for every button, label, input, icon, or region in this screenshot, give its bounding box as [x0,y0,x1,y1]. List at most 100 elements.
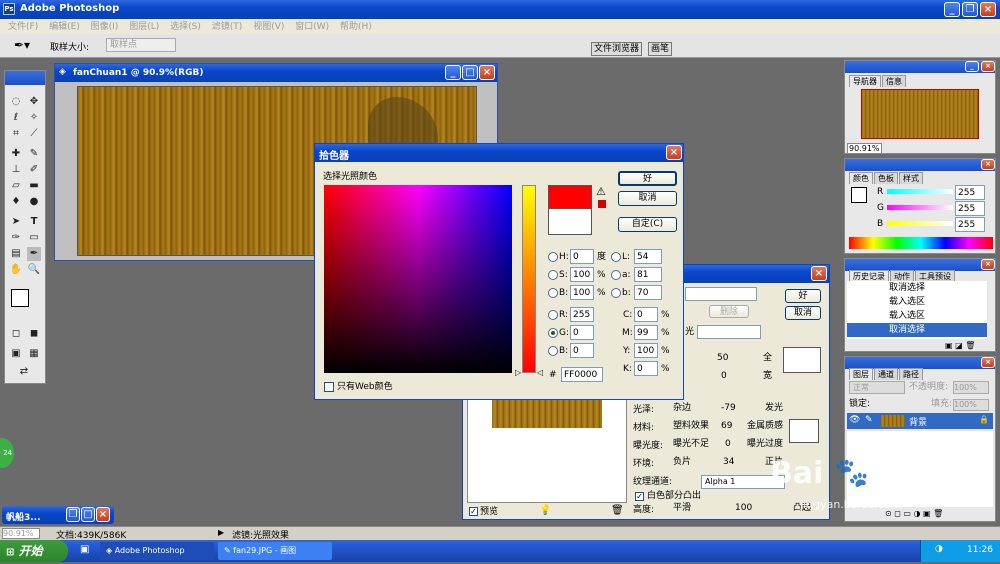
tab-color[interactable]: 颜色 [849,172,873,184]
tab-navigator[interactable]: 导航器 [849,75,881,87]
tab-info[interactable]: 信息 [882,75,906,87]
picker-custom-button[interactable]: 自定(C) [618,217,677,232]
g-radio[interactable] [548,328,558,338]
menu-edit[interactable]: 编辑(E) [45,19,84,35]
light-bulb-icon[interactable]: 💡 [539,505,551,516]
history-bottom-icons[interactable]: ▣ ◪ 🗑 [945,341,975,350]
lighting-close-button[interactable]: × [811,266,827,281]
color-field[interactable] [324,185,512,373]
menu-filter[interactable]: 滤镜(T) [208,19,247,35]
tray-icon[interactable]: ◑ [935,544,943,554]
menu-window[interactable]: 窗口(W) [291,19,333,35]
opacity-field[interactable]: 100% [953,381,989,394]
menu-select[interactable]: 选择(S) [166,19,205,35]
exposure-color-swatch[interactable] [789,419,819,443]
tab-swatches[interactable]: 色板 [874,172,898,184]
healing-tool-icon[interactable]: ✚ [9,147,23,161]
l-field[interactable]: 54 [634,249,662,264]
side-badge[interactable]: 24 [0,438,14,468]
brush-link-icon[interactable]: ✎ [865,415,873,425]
blue-radio[interactable] [548,346,558,356]
magic-wand-icon[interactable]: ✧ [27,111,41,125]
gamut-warning-icon[interactable]: ⚠ [596,185,606,198]
marquee-tool-icon[interactable]: ◌ [9,95,23,109]
tab-layers[interactable]: 图层 [849,368,873,380]
tab-channels[interactable]: 通道 [874,368,898,380]
g-slider[interactable] [887,205,953,210]
light-color-swatch[interactable] [783,347,821,373]
b-radio[interactable] [548,288,558,298]
blend-mode-select[interactable]: 正常 [849,381,905,394]
file-browser-tab[interactable]: 文件浏览器 [591,42,643,56]
menu-help[interactable]: 帮助(H) [336,19,376,35]
dodge-tool-icon[interactable]: ● [27,195,41,209]
foreground-color-swatch[interactable] [11,289,29,307]
m-field[interactable]: 99 [634,325,658,340]
eraser-tool-icon[interactable]: ▱ [9,179,23,193]
blur-tool-icon[interactable]: ♦ [9,195,23,209]
min-close-button[interactable]: × [96,507,110,522]
fullscreen-icon[interactable]: ▦ [27,347,41,361]
sample-size-select[interactable]: 取样点 [106,38,176,52]
h-field[interactable]: 0 [570,249,594,264]
quickmask-icon[interactable]: ◻ [9,327,23,341]
fill-field[interactable]: 100% [953,399,989,411]
move-tool-icon[interactable]: ✥ [27,95,41,109]
g-field[interactable]: 0 [570,325,594,340]
notes-tool-icon[interactable]: ▤ [9,247,23,261]
picker-close-button[interactable]: × [666,145,682,160]
taskbar-item-photoshop[interactable]: ◈ Adobe Photoshop [100,542,214,560]
b-slider[interactable] [887,221,953,226]
preview-checkbox[interactable]: ✓ [469,507,478,516]
screen-mode-icon[interactable]: ▣ [9,347,23,361]
zoom-tool-icon[interactable]: 🔍 [27,263,41,277]
color-g-field[interactable]: 255 [955,201,985,216]
min-max-button[interactable]: □ [81,507,95,522]
hue-slider-right-arrow[interactable]: ◁ [537,368,543,377]
c-field[interactable]: 0 [634,307,658,322]
hand-tool-icon[interactable]: ✋ [9,263,23,277]
layers-close[interactable]: × [981,357,995,368]
r-field[interactable]: 255 [570,307,594,322]
quickmask-on-icon[interactable]: ◼ [27,327,41,341]
shape-tool-icon[interactable]: ▭ [27,231,41,245]
a-field[interactable]: 81 [634,267,662,282]
lighting-delete-button[interactable]: 删除 [709,305,749,318]
history-close[interactable]: × [981,259,995,270]
doc-minimize-button[interactable]: _ [445,65,461,80]
eye-icon[interactable]: 👁 [849,415,860,425]
r-radio[interactable] [548,310,558,320]
lasso-tool-icon[interactable]: ℓ [9,111,23,125]
path-select-icon[interactable]: ➤ [9,215,23,229]
white-high-checkbox[interactable]: ✓ [635,492,644,501]
brush-tool-icon[interactable]: ✎ [27,147,41,161]
history-item[interactable]: 取消选择 [847,281,987,295]
minimized-window[interactable]: 帆船3... ❐ □ × [2,506,114,524]
quick-launch-icon[interactable]: ▣ [80,544,89,555]
s-radio[interactable] [548,270,558,280]
tab-paths[interactable]: 路径 [899,368,923,380]
a-radio[interactable] [611,270,621,280]
blue-field[interactable]: 0 [570,343,594,358]
web-only-checkbox[interactable] [324,382,334,392]
status-arrow-icon[interactable]: ▶ [218,528,224,537]
doc-restore-button[interactable]: □ [462,65,478,80]
hue-slider[interactable] [522,185,536,373]
eyedropper-tool-icon[interactable]: ✒▾ [14,38,30,52]
tab-styles[interactable]: 样式 [899,172,923,184]
start-button[interactable]: ⊞ 开始 [0,540,68,562]
minimize-button[interactable]: _ [944,2,960,17]
navigator-minimize[interactable]: _ [965,61,979,72]
crop-tool-icon[interactable]: ⌗ [9,127,23,141]
lab-b-radio[interactable] [611,288,621,298]
jump-to-imageready-icon[interactable]: ⇄ [17,365,31,379]
layer-row[interactable]: 👁 ✎ 背景 🔒 [847,413,993,429]
color-close[interactable]: × [981,159,995,170]
color-spectrum-bar[interactable] [849,237,993,249]
light-type-select[interactable] [697,325,761,339]
gradient-tool-icon[interactable]: ▬ [27,179,41,193]
eyedropper-icon[interactable]: ✒ [27,247,41,261]
history-item-selected[interactable]: 取消选择 [847,323,987,337]
menu-file[interactable]: 文件(F) [4,19,42,35]
history-brush-icon[interactable]: ✐ [27,163,41,177]
